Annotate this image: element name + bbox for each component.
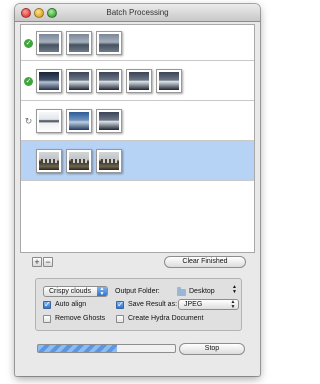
batch-processing-window: Batch Processing ✓ ✓ ↻ + − Clear Finishe…: [15, 4, 260, 376]
save-format-popup[interactable]: JPEG ▲ ▼: [178, 299, 239, 310]
batch-thumbnail[interactable]: [36, 69, 62, 93]
remove-ghosts-label: Remove Ghosts: [55, 315, 106, 322]
title-bar[interactable]: Batch Processing: [15, 4, 260, 22]
batch-thumbnail[interactable]: [126, 69, 152, 93]
create-hydra-label: Create Hydra Document: [128, 315, 204, 322]
clear-finished-button[interactable]: Clear Finished: [164, 256, 246, 268]
save-format-value: JPEG: [184, 301, 203, 308]
create-hydra-checkbox[interactable]: [116, 315, 124, 323]
preset-popup[interactable]: Crispy clouds ▲ ▼: [43, 286, 108, 297]
output-folder-label: Output Folder:: [115, 288, 160, 295]
batch-thumbnail[interactable]: [66, 109, 92, 133]
batch-thumbnail[interactable]: [66, 149, 92, 173]
save-result-label: Save Result as:: [128, 301, 178, 308]
batch-thumbnail[interactable]: [66, 69, 92, 93]
batch-row[interactable]: ↻: [21, 101, 254, 141]
batch-thumbnail[interactable]: [96, 31, 122, 55]
batch-thumbnail[interactable]: [36, 31, 62, 55]
spinner-icon: ↻: [24, 116, 33, 126]
batch-thumbnail[interactable]: [36, 109, 62, 133]
batch-thumbnail[interactable]: [66, 31, 92, 55]
progress-fill: [38, 345, 118, 352]
batch-thumbnail[interactable]: [96, 69, 122, 93]
batch-list[interactable]: ✓ ✓ ↻: [20, 24, 255, 253]
remove-batch-button[interactable]: −: [43, 257, 53, 267]
auto-align-checkbox[interactable]: [43, 300, 51, 309]
add-batch-button[interactable]: +: [32, 257, 42, 267]
batch-progress-bar: [37, 344, 176, 353]
batch-thumbnail[interactable]: [36, 149, 62, 173]
auto-align-label: Auto align: [55, 301, 87, 308]
batch-row[interactable]: ✓: [21, 61, 254, 101]
batch-row[interactable]: ✓: [21, 25, 254, 61]
output-folder-value[interactable]: Desktop: [189, 287, 215, 296]
checkmark-circle-icon: ✓: [24, 39, 33, 48]
output-folder-arrows-icon[interactable]: ▲ ▼: [232, 285, 237, 295]
batch-thumbnail[interactable]: [156, 69, 182, 93]
stop-button[interactable]: Stop: [179, 343, 245, 355]
window-title: Batch Processing: [106, 8, 169, 17]
checkmark-circle-icon: ✓: [24, 77, 33, 86]
up-down-arrows-icon: ▲ ▼: [230, 299, 236, 310]
batch-thumbnail[interactable]: [96, 109, 122, 133]
preset-value: Crispy clouds: [49, 288, 92, 295]
settings-panel: Crispy clouds ▲▼ Auto align Remove Ghost…: [35, 278, 242, 331]
folder-icon: [177, 287, 186, 296]
up-down-arrows-icon: ▲ ▼: [97, 287, 107, 296]
remove-ghosts-checkbox[interactable]: [43, 315, 51, 323]
batch-thumbnail[interactable]: [96, 149, 122, 173]
batch-row-selected[interactable]: [21, 141, 254, 181]
save-result-checkbox[interactable]: [116, 300, 124, 309]
